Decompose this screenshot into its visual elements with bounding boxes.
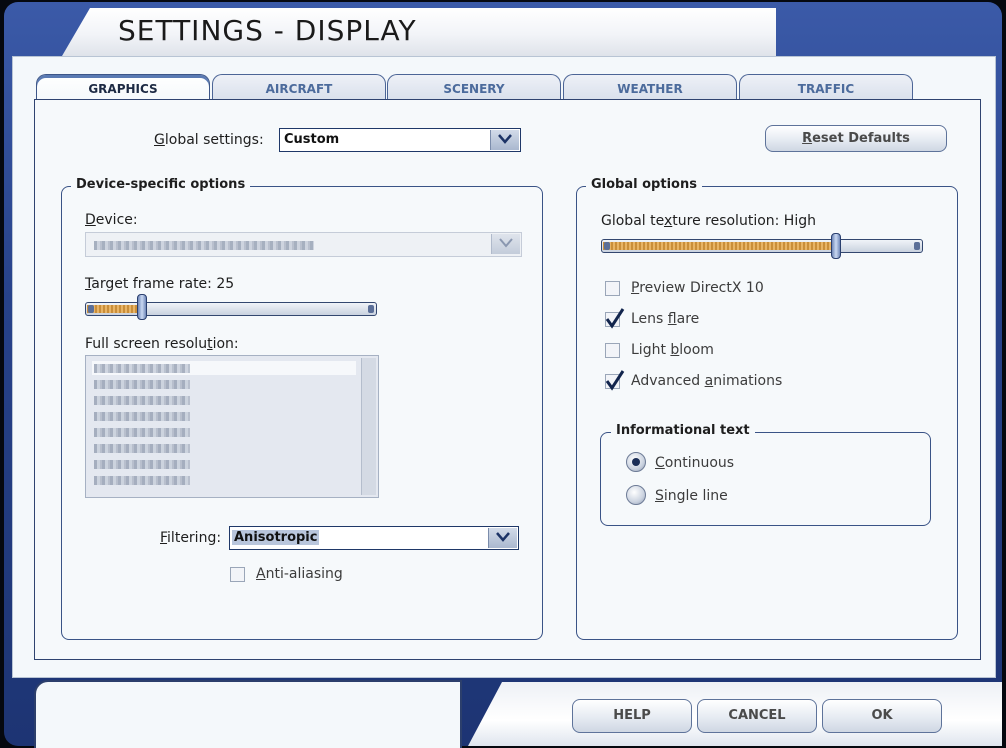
filtering-value: Anisotropic [232, 530, 320, 545]
informational-text-legend: Informational text [611, 423, 755, 438]
slider-track [85, 302, 377, 316]
list-item[interactable] [94, 412, 190, 421]
resolution-label: Full screen resolution: [85, 336, 239, 352]
continuous-radio[interactable] [626, 452, 646, 472]
resolution-list[interactable] [85, 355, 379, 498]
checkmark-icon [605, 308, 625, 329]
slider-thumb[interactable] [830, 233, 841, 259]
slider-max-stop [914, 242, 920, 250]
list-item[interactable] [94, 444, 190, 453]
anti-aliasing-checkbox[interactable] [230, 567, 245, 582]
chevron-down-icon[interactable] [488, 528, 517, 548]
ok-button[interactable]: OK [822, 699, 942, 733]
checkmark-icon [605, 370, 625, 391]
status-area [34, 680, 462, 748]
single-line-label: Single line [655, 488, 728, 504]
list-item[interactable] [94, 476, 190, 485]
advanced-animations-checkbox[interactable] [605, 370, 625, 391]
slider-fill [603, 242, 833, 250]
tab-scenery[interactable]: SCENERY [387, 74, 561, 100]
radio-selected-dot [632, 458, 640, 466]
chevron-down-icon[interactable] [491, 234, 520, 254]
slider-max-stop [368, 305, 374, 313]
texture-resolution-label: Global texture resolution: High [601, 213, 816, 229]
device-value-blurred [94, 241, 314, 250]
slider-thumb[interactable] [137, 294, 148, 320]
slider-min-stop [604, 242, 610, 250]
preview-directx10-checkbox[interactable] [605, 281, 620, 296]
tab-graphics[interactable]: GRAPHICS [36, 74, 210, 102]
list-item[interactable] [94, 460, 190, 469]
lens-flare-label: Lens flare [631, 311, 700, 327]
lens-flare-checkbox[interactable] [605, 308, 625, 329]
global-options-legend: Global options [586, 177, 702, 192]
tab-traffic[interactable]: TRAFFIC [739, 74, 913, 100]
list-item[interactable] [94, 396, 190, 405]
tab-aircraft[interactable]: AIRCRAFT [212, 74, 386, 100]
target-frame-rate-slider[interactable] [85, 294, 377, 325]
filtering-label: Filtering: [160, 530, 222, 546]
global-settings-value: Custom [284, 132, 340, 147]
reset-defaults-button[interactable]: Reset Defaults [765, 125, 947, 152]
slider-fill [87, 305, 140, 313]
continuous-label: Continuous [655, 455, 735, 471]
filtering-dropdown[interactable]: Anisotropic [229, 526, 519, 550]
advanced-animations-label: Advanced animations [631, 373, 783, 389]
device-label: Device: [85, 212, 138, 228]
help-button[interactable]: HELP [572, 699, 692, 733]
light-bloom-label: Light bloom [631, 342, 714, 358]
single-line-radio[interactable] [626, 485, 646, 505]
chevron-down-icon[interactable] [490, 130, 519, 150]
list-item[interactable] [94, 380, 190, 389]
target-frame-rate-label: Target frame rate: 25 [85, 276, 235, 292]
anti-aliasing-label: Anti-aliasing [256, 566, 343, 582]
list-item[interactable] [94, 428, 190, 437]
list-item[interactable] [94, 364, 190, 373]
device-dropdown[interactable] [85, 232, 522, 257]
device-options-legend: Device-specific options [71, 177, 251, 192]
resolution-scrollbar[interactable] [361, 358, 376, 495]
informational-text-group [600, 432, 931, 526]
preview-directx10-label: Preview DirectX 10 [631, 280, 764, 296]
tab-weather[interactable]: WEATHER [563, 74, 737, 100]
global-settings-dropdown[interactable]: Custom [279, 128, 521, 152]
global-settings-label: Global settings: [154, 132, 264, 148]
light-bloom-checkbox[interactable] [605, 343, 620, 358]
slider-min-stop [88, 305, 94, 313]
texture-resolution-slider[interactable] [601, 233, 923, 262]
window-title: SETTINGS - DISPLAY [118, 14, 417, 47]
cancel-button[interactable]: CANCEL [697, 699, 817, 733]
slider-track [601, 239, 923, 253]
